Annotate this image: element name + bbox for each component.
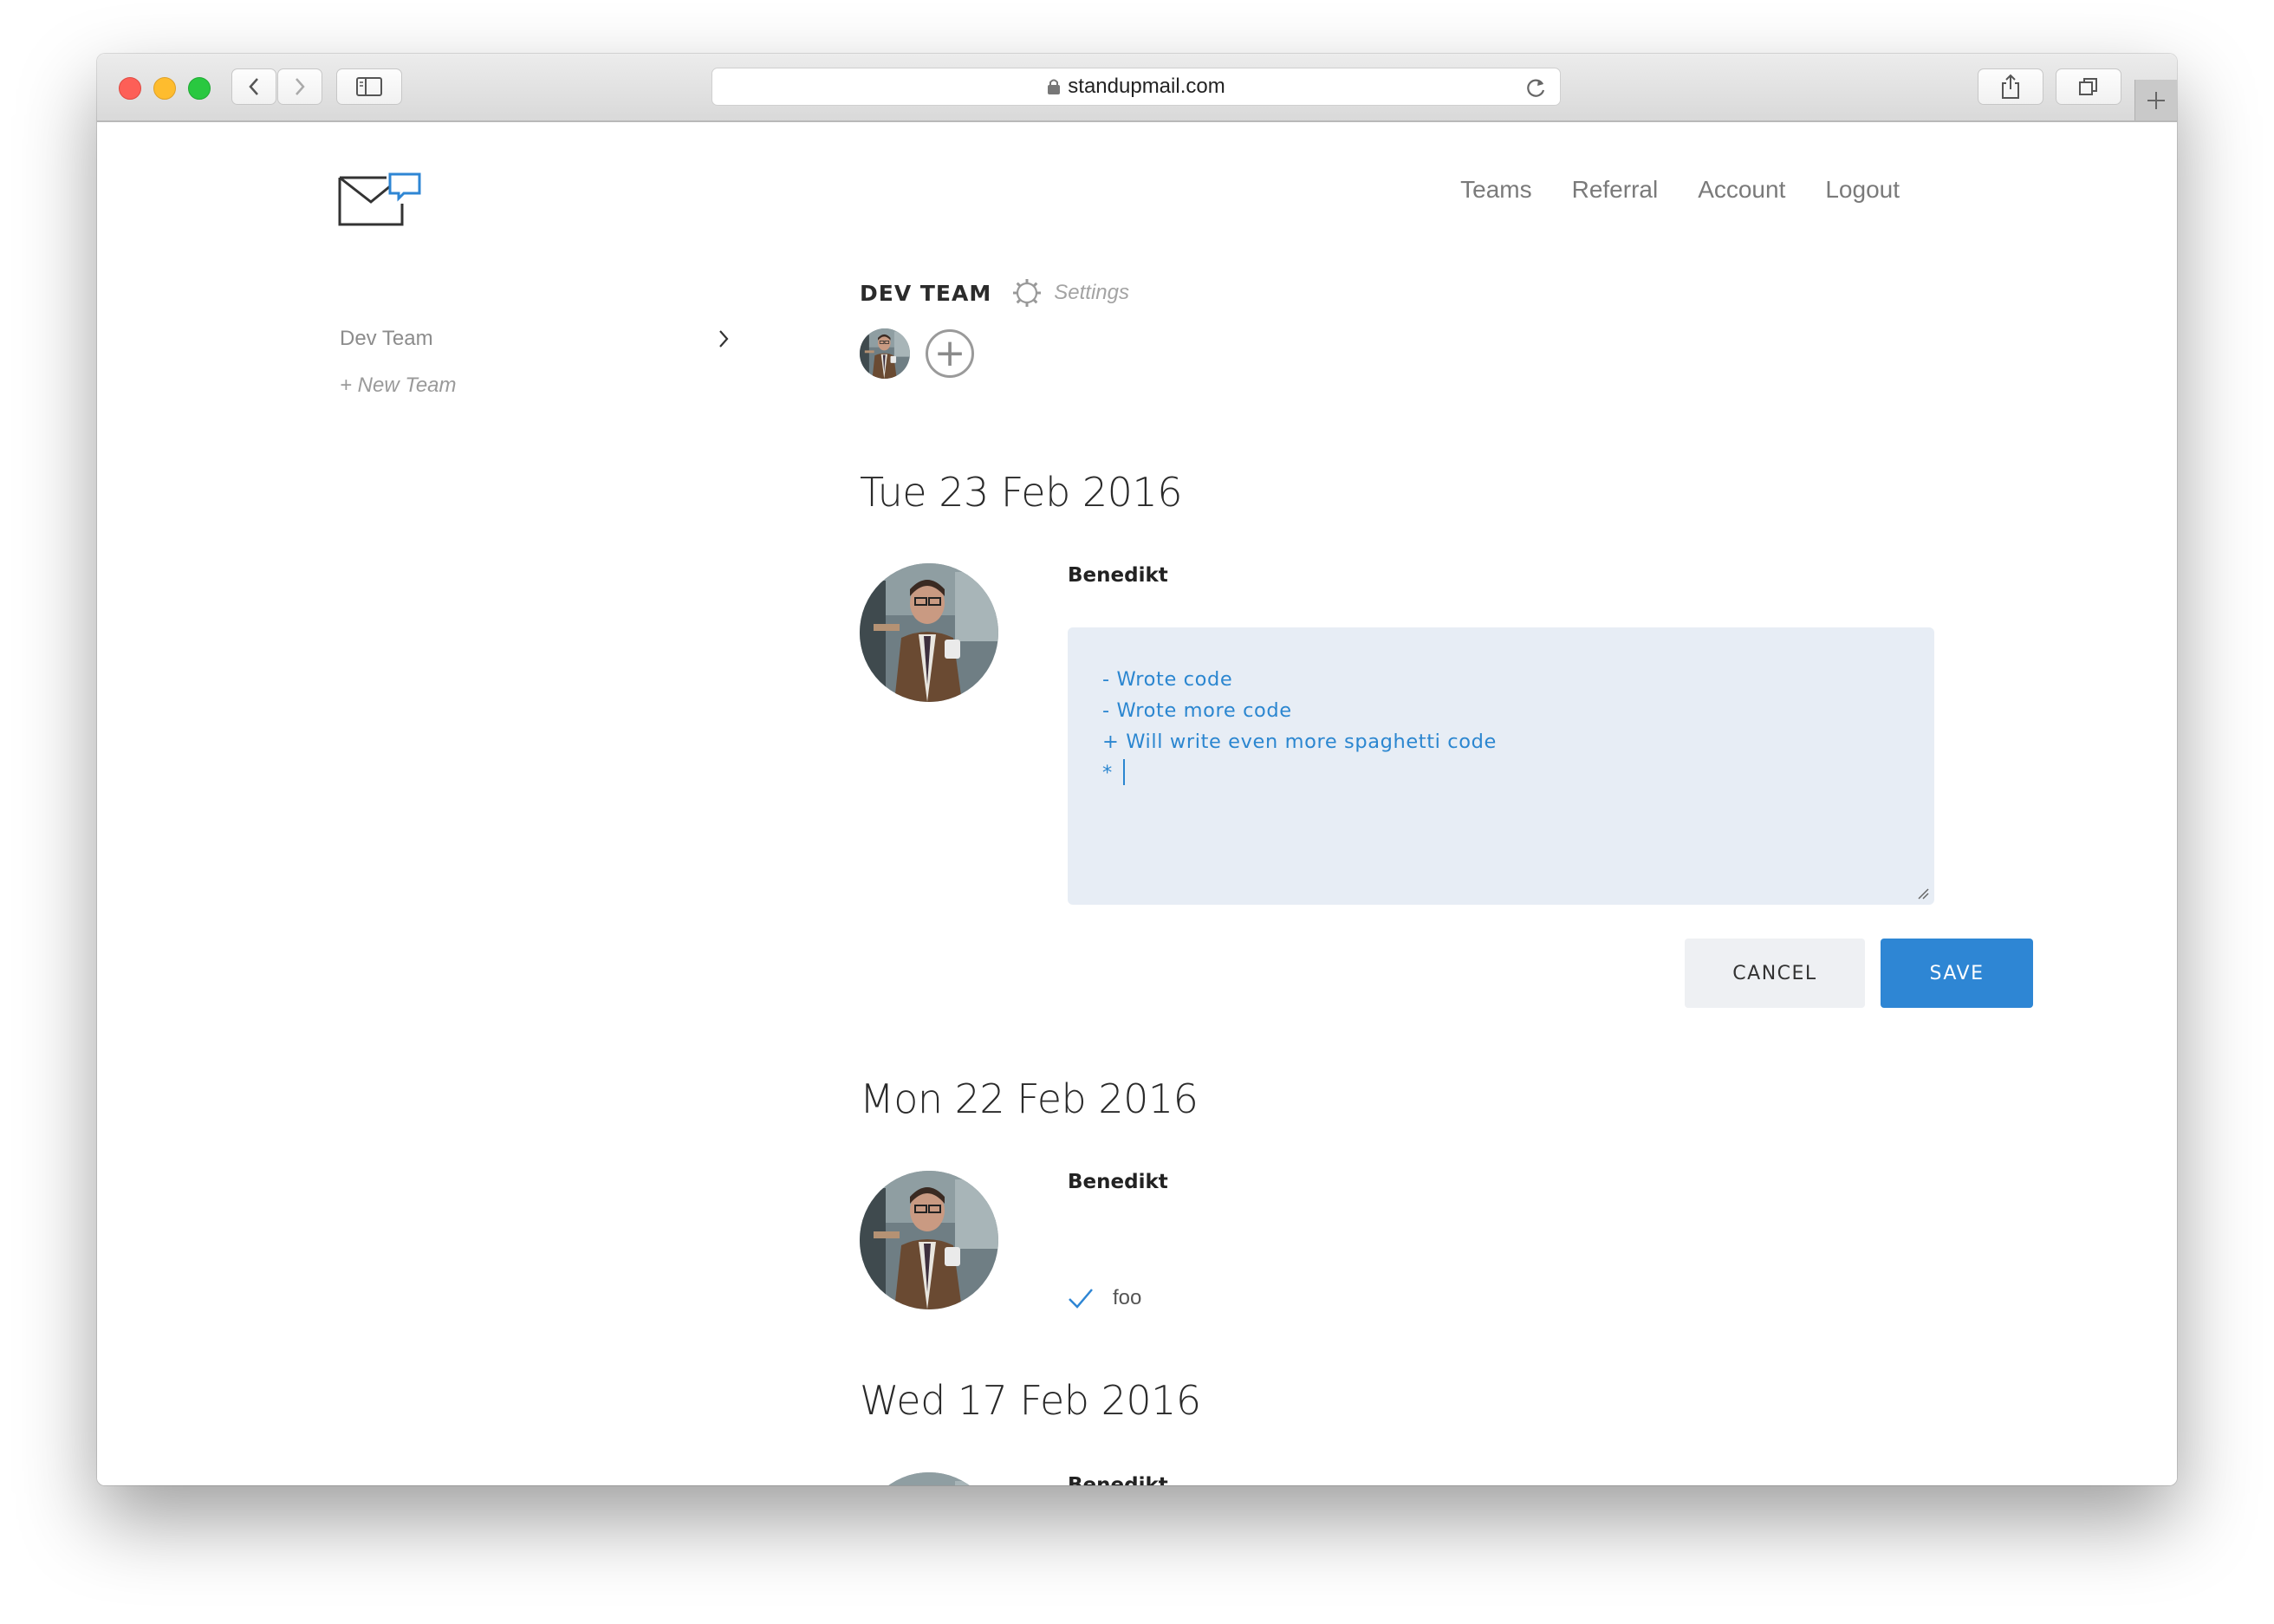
author-name: Benedikt [1068,564,1168,587]
task-item[interactable]: foo [1068,1286,1141,1310]
nav-account[interactable]: Account [1698,176,1785,204]
plus-icon [2147,91,2165,109]
avatar-image [860,563,998,702]
team-settings-link[interactable]: Settings [1012,278,1129,308]
editor-line: + Will write even more spaghetti code [1102,731,1497,753]
browser-window: standupmail.com Teams Referral Account L… [97,54,2177,1485]
top-navigation: Teams Referral Account Logout [1460,176,1900,204]
text-caret [1122,759,1125,785]
day-heading: Tue 23 Feb 2016 [860,469,1182,516]
share-button[interactable] [1978,68,2043,105]
checkmark-icon[interactable] [1068,1287,1094,1309]
author-name: Benedikt [1068,1474,1168,1485]
team-members: + [860,328,974,379]
editor-line: - Wrote more code [1102,699,1292,722]
standupmail-logo[interactable] [338,171,423,231]
tabs-icon [2079,78,2097,95]
save-button[interactable]: SAVE [1881,939,2033,1008]
share-icon [2002,74,2019,99]
gear-icon [1013,279,1042,307]
cancel-button[interactable]: CANCEL [1685,939,1865,1008]
editor-line-current: * [1102,757,1900,789]
tabs-overview-button[interactable] [2056,68,2121,105]
lock-icon [1048,79,1061,94]
avatar-image [860,1171,998,1309]
logo-icon [338,172,421,226]
day-heading: Wed 17 Feb 2016 [860,1377,1201,1424]
address-bar[interactable]: standupmail.com [711,68,1561,106]
close-window-button[interactable] [119,77,141,100]
avatar-image [860,328,910,379]
team-header: DEV TEAM Settings [860,278,1129,308]
nav-referral[interactable]: Referral [1572,176,1659,204]
day-heading: Mon 22 Feb 2016 [860,1075,1199,1122]
minimize-window-button[interactable] [153,77,176,100]
avatar-image [860,1472,998,1485]
plus-icon: + [933,331,966,375]
avatar [860,563,998,702]
editor-line: - Wrote code [1102,668,1233,691]
standup-editor-textarea[interactable]: - Wrote code - Wrote more code + Will wr… [1068,627,1934,905]
avatar [860,1472,998,1485]
page-content: Teams Referral Account Logout Dev Team +… [97,122,2177,1485]
new-team-link[interactable]: + New Team [340,374,730,398]
editor-line-text: * [1102,762,1120,784]
author-name: Benedikt [1068,1171,1168,1193]
chevron-right-icon [296,78,305,95]
chevron-left-icon [249,78,258,95]
new-tab-button[interactable] [2134,80,2177,120]
nav-teams[interactable]: Teams [1460,176,1531,204]
sidebar-icon [356,77,382,96]
add-member-button[interactable]: + [926,329,974,378]
settings-label: Settings [1054,281,1129,304]
forward-button[interactable] [277,68,322,105]
chevron-right-icon [719,330,729,348]
sidebar-item-dev-team[interactable]: Dev Team [340,322,730,356]
zoom-window-button[interactable] [188,77,211,100]
back-button[interactable] [231,68,276,105]
task-text: foo [1113,1286,1142,1309]
sidebar-item-label: Dev Team [340,327,433,350]
member-avatar[interactable] [860,328,910,379]
reload-icon[interactable] [1525,76,1548,99]
team-title: DEV TEAM [860,280,992,306]
team-sidebar: Dev Team + New Team [340,322,730,398]
nav-logout[interactable]: Logout [1825,176,1900,204]
url-text: standupmail.com [1068,75,1225,98]
avatar [860,1171,998,1309]
browser-toolbar: standupmail.com [97,54,2177,122]
resize-handle-icon[interactable] [1917,887,1929,900]
sidebar-toggle-button[interactable] [336,68,402,105]
